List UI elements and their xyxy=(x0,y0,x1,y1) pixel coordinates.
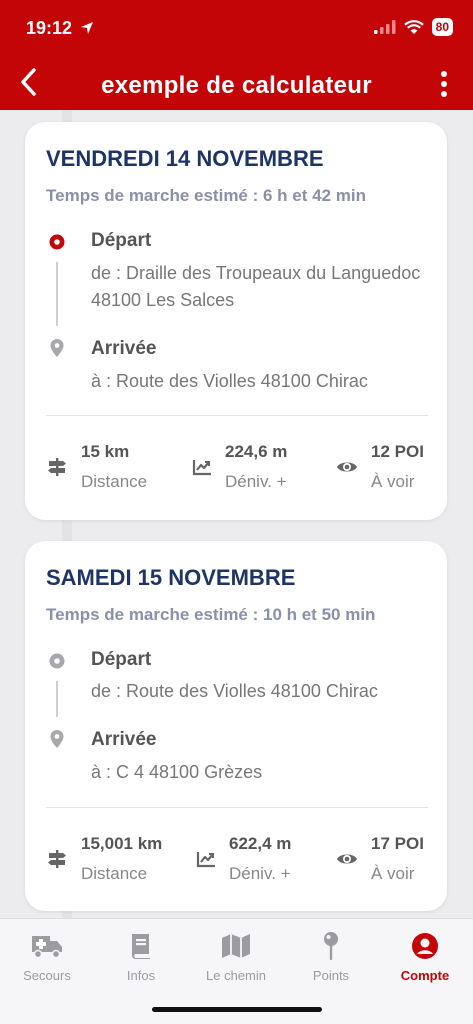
arrival-address: à : C 4 48100 Grèzes xyxy=(91,762,263,782)
battery-level: 80 xyxy=(431,18,453,36)
divider xyxy=(46,415,428,416)
account-icon xyxy=(380,931,470,961)
tab-infos[interactable]: Infos xyxy=(96,931,186,983)
elevation-chart-icon xyxy=(195,848,217,870)
stage-walk-time: Temps de marche estimé : 10 h et 50 min xyxy=(46,605,376,624)
signpost-icon xyxy=(46,848,68,870)
departure-address: de : Route des Violles 48100 Chirac xyxy=(91,681,378,701)
tab-points[interactable]: Points xyxy=(286,931,376,983)
arrival-label: Arrivée xyxy=(91,729,157,750)
more-dot-icon xyxy=(441,71,447,77)
distance-label: Distance xyxy=(81,864,148,883)
status-bar: 19:12 80 xyxy=(0,0,473,58)
departure-label: Départ xyxy=(91,230,152,251)
distance-label: Distance xyxy=(81,472,148,491)
more-options-button[interactable] xyxy=(437,68,451,100)
status-indicators: 80 xyxy=(373,18,453,36)
page-title: exemple de calculateur xyxy=(101,72,372,99)
stage-walk-time: Temps de marche estimé : 6 h et 42 min xyxy=(46,186,366,205)
stage-card[interactable]: SAMEDI 15 NOVEMBRE Temps de marche estim… xyxy=(25,541,447,911)
tab-label: Infos xyxy=(126,968,156,983)
tab-label: Compte xyxy=(400,968,450,983)
departure-label: Départ xyxy=(91,649,152,670)
departure-marker-icon xyxy=(47,232,67,252)
tab-compte[interactable]: Compte xyxy=(380,931,470,983)
pin-icon xyxy=(286,931,376,961)
departure-address: de : Draille des Troupeaux du Languedoc … xyxy=(91,263,421,310)
wifi-icon xyxy=(403,19,424,34)
app-header: exemple de calculateur xyxy=(0,58,473,110)
elevation-label: Déniv. + xyxy=(225,472,287,491)
map-pin-icon xyxy=(47,729,67,749)
poi-value: 12 POI xyxy=(371,442,424,461)
map-icon xyxy=(191,931,281,961)
map-pin-icon xyxy=(47,338,67,358)
stage-date: VENDREDI 14 NOVEMBRE xyxy=(46,146,324,171)
route-connector xyxy=(56,681,58,717)
tab-bar: Secours Infos Le chemin Points Compte xyxy=(0,918,473,1024)
divider xyxy=(46,807,428,808)
poi-label: À voir xyxy=(371,472,415,491)
eye-icon xyxy=(336,456,358,478)
distance-value: 15 km xyxy=(81,442,130,461)
cellular-signal-icon xyxy=(373,20,396,34)
signpost-icon xyxy=(46,456,68,478)
elevation-label: Déniv. + xyxy=(229,864,291,883)
ambulance-icon xyxy=(2,931,92,961)
distance-value: 15,001 km xyxy=(81,834,163,853)
stage-date: SAMEDI 15 NOVEMBRE xyxy=(46,565,296,590)
location-arrow-icon xyxy=(81,22,93,34)
eye-icon xyxy=(336,848,358,870)
book-icon xyxy=(96,931,186,961)
route-connector xyxy=(56,262,58,326)
elevation-chart-icon xyxy=(191,456,213,478)
arrival-address: à : Route des Violles 48100 Chirac xyxy=(91,371,368,391)
poi-value: 17 POI xyxy=(371,834,424,853)
arrival-label: Arrivée xyxy=(91,338,157,359)
stage-card[interactable]: VENDREDI 14 NOVEMBRE Temps de marche est… xyxy=(25,122,447,520)
departure-marker-icon xyxy=(47,651,67,671)
elevation-value: 622,4 m xyxy=(229,834,292,853)
more-dot-icon xyxy=(441,91,447,97)
tab-secours[interactable]: Secours xyxy=(2,931,92,983)
poi-label: À voir xyxy=(371,864,415,883)
status-time: 19:12 xyxy=(26,18,73,38)
tab-label: Points xyxy=(312,968,350,983)
stages-list[interactable]: VENDREDI 14 NOVEMBRE Temps de marche est… xyxy=(0,110,473,918)
home-indicator xyxy=(152,1007,322,1012)
tab-label: Secours xyxy=(23,968,71,983)
tab-le-chemin[interactable]: Le chemin xyxy=(191,931,281,983)
tab-label: Le chemin xyxy=(206,968,266,983)
elevation-value: 224,6 m xyxy=(225,442,288,461)
more-dot-icon xyxy=(441,81,447,87)
